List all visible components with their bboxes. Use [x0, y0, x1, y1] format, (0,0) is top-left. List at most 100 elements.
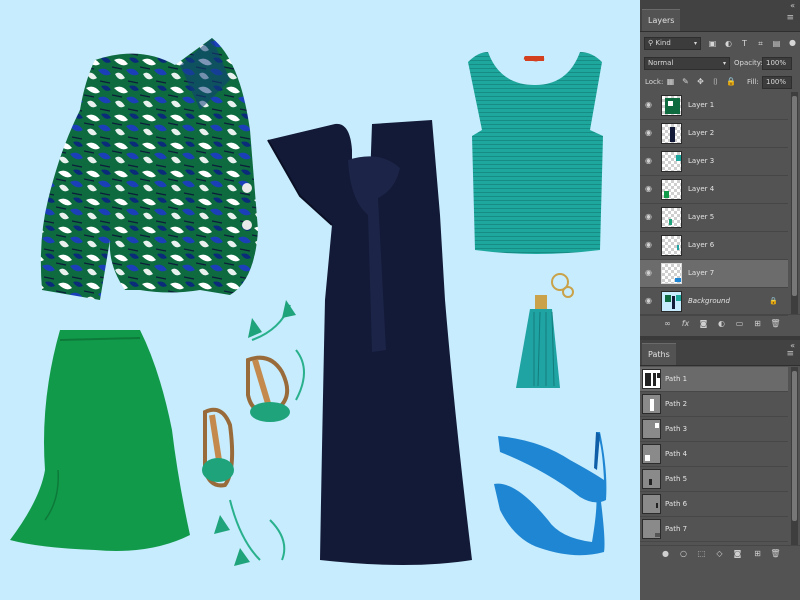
opacity-field[interactable]: 100%: [762, 57, 792, 70]
lock-row: Lock: ▦ ✎ ✥ ⌷ 🔒 Fill: 100%: [640, 74, 800, 90]
filter-adjustment-icon[interactable]: ◐: [724, 39, 733, 48]
filter-shape-icon[interactable]: ⌗: [756, 39, 765, 48]
chevron-down-icon: ▾: [693, 40, 697, 47]
layer-thumbnail: [661, 95, 682, 116]
visibility-eye-icon[interactable]: ◉: [645, 129, 655, 137]
layer-row-layer-5[interactable]: ◉ Layer 5: [640, 204, 788, 232]
layer-row-layer-2[interactable]: ◉ Layer 2: [640, 120, 788, 148]
layers-scrollbar[interactable]: [791, 92, 798, 314]
layer-thumbnail: [661, 207, 682, 228]
layers-panel: « Layers ≡ ⚲ Kind ▾ ▣ ◐ T ⌗ ▤ ● Normal ▾…: [640, 0, 800, 340]
link-layers-icon[interactable]: ∞: [662, 319, 673, 329]
fill-field[interactable]: 100%: [762, 76, 792, 89]
add-mask-icon[interactable]: ◙: [698, 319, 709, 329]
path-thumbnail: [642, 444, 661, 464]
new-layer-icon[interactable]: ⊞: [752, 319, 763, 329]
path-row-path-7[interactable]: Path 7: [640, 517, 788, 542]
load-selection-icon[interactable]: ⬚: [696, 549, 707, 559]
blend-mode-dropdown[interactable]: Normal ▾: [644, 57, 730, 70]
paths-footer: ● ○ ⬚ ◇ ◙ ⊞ 🗑: [640, 545, 800, 561]
path-thumbnail: [642, 469, 661, 489]
filter-toggle-icon[interactable]: ●: [788, 38, 797, 47]
visibility-eye-icon[interactable]: ◉: [645, 297, 655, 305]
layer-row-layer-4[interactable]: ◉ Layer 4: [640, 176, 788, 204]
opacity-value: 100%: [766, 59, 787, 67]
make-work-path-icon[interactable]: ◇: [714, 549, 725, 559]
new-group-icon[interactable]: ▭: [734, 319, 745, 329]
layer-name: Layer 4: [688, 185, 715, 193]
tassel-sandals: [202, 300, 305, 566]
layer-thumbnail: [661, 291, 682, 312]
filter-kind-dropdown[interactable]: ⚲ Kind ▾: [644, 37, 701, 50]
navy-dress: [267, 120, 472, 565]
tab-paths[interactable]: Paths: [642, 343, 676, 365]
layer-name: Layer 6: [688, 241, 715, 249]
delete-layer-icon[interactable]: 🗑: [770, 319, 781, 329]
add-mask-icon[interactable]: ◙: [732, 549, 743, 559]
layer-thumbnail: [661, 263, 682, 284]
layer-row-layer-7[interactable]: ◉ Layer 7: [640, 260, 788, 288]
path-row-path-3[interactable]: Path 3: [640, 417, 788, 442]
layer-row-layer-6[interactable]: ◉ Layer 6: [640, 232, 788, 260]
add-layer-style-icon[interactable]: fx: [680, 319, 691, 329]
filter-smart-object-icon[interactable]: ▤: [772, 39, 781, 48]
path-thumbnail: [642, 394, 661, 414]
visibility-eye-icon[interactable]: ◉: [645, 101, 655, 109]
lock-transparent-pixels-icon[interactable]: ▦: [666, 77, 675, 86]
filter-kind-label: Kind: [655, 39, 671, 47]
layer-name: Layer 1: [688, 101, 715, 109]
filter-pixel-icon[interactable]: ▣: [708, 39, 717, 48]
visibility-eye-icon[interactable]: ◉: [645, 241, 655, 249]
new-path-icon[interactable]: ⊞: [752, 549, 763, 559]
visibility-eye-icon[interactable]: ◉: [645, 185, 655, 193]
path-row-path-6[interactable]: Path 6: [640, 492, 788, 517]
blue-pumps: [494, 432, 607, 556]
layer-row-layer-1[interactable]: ◉ Layer 1: [640, 92, 788, 120]
lock-artboard-icon[interactable]: ⌷: [711, 77, 720, 86]
panel-menu-icon[interactable]: ≡: [786, 350, 794, 359]
blend-mode-value: Normal: [648, 59, 674, 67]
layer-name: Background: [688, 297, 730, 305]
visibility-eye-icon[interactable]: ◉: [645, 269, 655, 277]
panel-menu-icon[interactable]: ≡: [786, 14, 794, 23]
visibility-eye-icon[interactable]: ◉: [645, 157, 655, 165]
path-thumbnail: [642, 494, 661, 514]
path-name: Path 1: [665, 375, 688, 383]
visibility-eye-icon[interactable]: ◉: [645, 213, 655, 221]
layer-row-background[interactable]: ◉ Background 🔒: [640, 288, 788, 316]
path-row-path-1[interactable]: Path 1: [640, 367, 788, 392]
layer-filter-row: ⚲ Kind ▾ ▣ ◐ T ⌗ ▤ ●: [640, 36, 800, 52]
paths-scrollbar-thumb[interactable]: [792, 371, 797, 521]
green-skirt: [10, 330, 190, 551]
filter-type-icon[interactable]: T: [740, 39, 749, 48]
layer-name: Layer 7: [688, 269, 715, 277]
fill-path-icon[interactable]: ●: [660, 549, 671, 559]
tassel-keychain: [516, 273, 574, 388]
document-canvas[interactable]: [0, 0, 640, 600]
path-row-path-2[interactable]: Path 2: [640, 392, 788, 417]
path-row-path-4[interactable]: Path 4: [640, 442, 788, 467]
paths-scrollbar[interactable]: [791, 367, 798, 545]
layers-scrollbar-thumb[interactable]: [792, 96, 797, 296]
teal-knit-top: [468, 52, 603, 254]
path-list: Path 1 Path 2 Path 3 Path 4 Path 5 Path …: [640, 367, 800, 545]
layer-thumbnail: [661, 151, 682, 172]
opacity-label: Opacity:: [734, 59, 763, 67]
fill-value: 100%: [766, 78, 787, 86]
layer-row-layer-3[interactable]: ◉ Layer 3: [640, 148, 788, 176]
path-row-path-5[interactable]: Path 5: [640, 467, 788, 492]
tab-layers[interactable]: Layers: [642, 9, 681, 31]
lock-position-icon[interactable]: ✥: [696, 77, 705, 86]
layer-thumbnail: [661, 235, 682, 256]
path-thumbnail: [642, 519, 661, 539]
stroke-path-icon[interactable]: ○: [678, 549, 689, 559]
lock-image-pixels-icon[interactable]: ✎: [681, 77, 690, 86]
lock-all-icon[interactable]: 🔒: [726, 77, 736, 86]
collapse-panels-icon[interactable]: «: [790, 1, 795, 10]
layer-name: Layer 2: [688, 129, 715, 137]
layer-thumbnail: [661, 179, 682, 200]
new-adjustment-layer-icon[interactable]: ◐: [716, 319, 727, 329]
path-thumbnail: [642, 369, 661, 389]
path-name: Path 7: [665, 525, 688, 533]
delete-path-icon[interactable]: 🗑: [770, 549, 781, 559]
